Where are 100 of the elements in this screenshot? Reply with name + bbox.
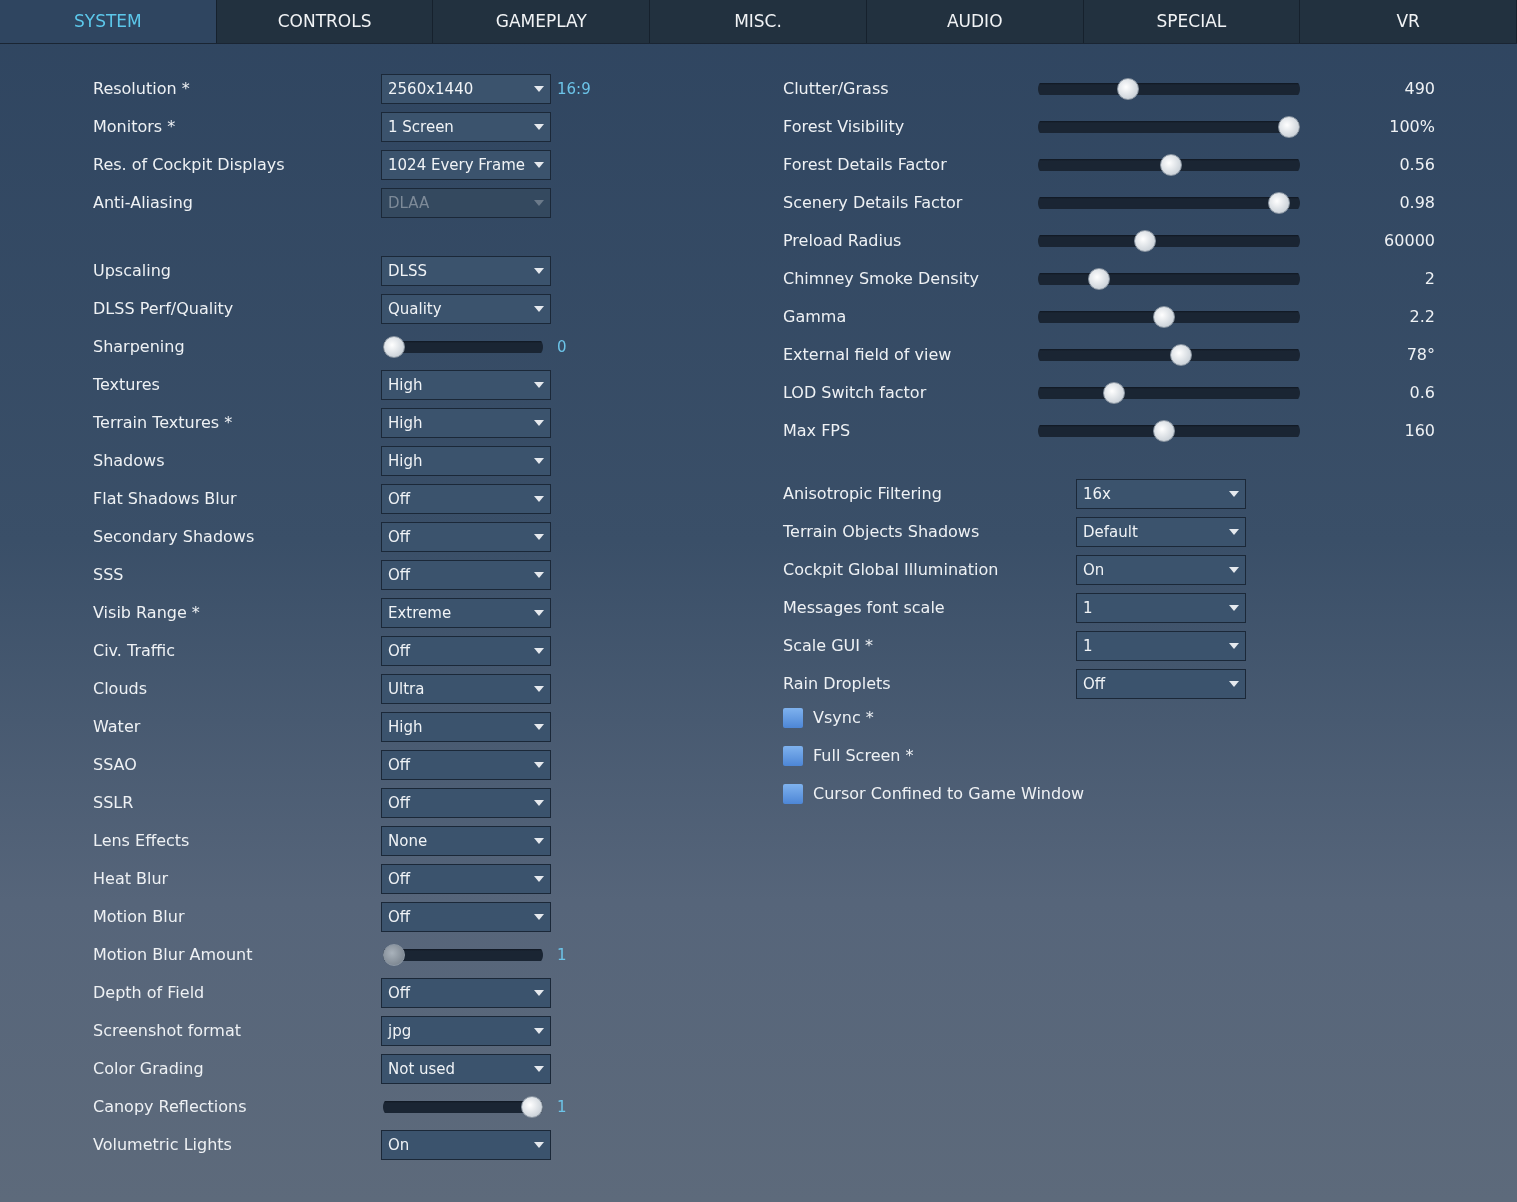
slider-value: 0.6 (1408, 382, 1435, 404)
checkbox[interactable] (783, 708, 803, 728)
caret-icon (534, 382, 544, 388)
dropdown[interactable]: Ultra (381, 674, 551, 704)
dropdown[interactable]: jpg (381, 1016, 551, 1046)
dropdown[interactable]: High (381, 370, 551, 400)
setting-label: Rain Droplets (783, 673, 892, 695)
dropdown[interactable]: High (381, 408, 551, 438)
caret-icon (534, 306, 544, 312)
setting-label: Resolution * (93, 78, 191, 100)
slider-value: 78° (1405, 344, 1435, 366)
caret-icon (534, 1028, 544, 1034)
dropdown[interactable]: Off (381, 788, 551, 818)
checkbox[interactable] (783, 746, 803, 766)
dropdown[interactable]: High (381, 446, 551, 476)
slider-value: 100% (1388, 116, 1435, 138)
dropdown[interactable]: Not used (381, 1054, 551, 1084)
setting-label: Gamma (783, 306, 848, 328)
slider-thumb[interactable] (1102, 382, 1125, 404)
slider-value: 60000 (1383, 230, 1435, 252)
dropdown[interactable]: 2560x1440 (381, 74, 551, 104)
dropdown[interactable]: High (381, 712, 551, 742)
setting-label: Scale GUI * (783, 635, 875, 657)
dropdown[interactable]: 1 (1076, 631, 1246, 661)
slider-thumb[interactable] (1160, 154, 1183, 176)
slider-thumb[interactable] (1153, 420, 1176, 442)
dropdown[interactable]: On (381, 1130, 551, 1160)
dropdown[interactable]: Off (381, 902, 551, 932)
checkbox[interactable] (783, 784, 803, 804)
caret-icon (534, 990, 544, 996)
caret-icon (1229, 643, 1239, 649)
setting-label: Volumetric Lights (93, 1134, 233, 1156)
dropdown[interactable]: 1 Screen (381, 112, 551, 142)
dropdown[interactable]: Quality (381, 294, 551, 324)
dropdown[interactable]: On (1076, 555, 1246, 585)
setting-label: Visib Range * (93, 602, 201, 624)
tab[interactable]: SPECIAL (1083, 0, 1301, 43)
tab[interactable]: GAMEPLAY (433, 0, 651, 43)
setting-label: DLSS Perf/Quality (93, 298, 235, 320)
setting-label: Heat Blur (93, 868, 170, 890)
slider-value: 0.98 (1398, 192, 1435, 214)
dropdown[interactable]: Off (381, 484, 551, 514)
setting-label: Monitors * (93, 116, 177, 138)
setting-label: Color Grading (93, 1058, 205, 1080)
setting-label: Canopy Reflections (93, 1096, 248, 1118)
dropdown[interactable]: Off (381, 750, 551, 780)
setting-label: Scenery Details Factor (783, 192, 964, 214)
caret-icon (534, 496, 544, 502)
setting-label: Res. of Cockpit Displays (93, 154, 286, 176)
caret-icon (534, 458, 544, 464)
setting-label: Lens Effects (93, 830, 191, 852)
slider-value: 0.56 (1398, 154, 1435, 176)
slider-thumb[interactable] (1170, 344, 1192, 366)
slider-thumb[interactable] (1278, 116, 1300, 138)
setting-label: Messages font scale (783, 597, 946, 619)
setting-label: LOD Switch factor (783, 382, 928, 404)
setting-label: Civ. Traffic (93, 640, 177, 662)
setting-label: Terrain Objects Shadows (783, 521, 981, 543)
tab[interactable]: VR (1300, 0, 1517, 43)
dropdown[interactable]: Off (381, 864, 551, 894)
dropdown[interactable]: DLSS (381, 256, 551, 286)
dropdown[interactable]: Off (381, 636, 551, 666)
setting-label: Anti-Aliasing (93, 192, 194, 214)
slider-thumb[interactable] (1088, 268, 1111, 290)
slider-thumb[interactable] (383, 336, 405, 358)
caret-icon (534, 200, 544, 206)
dropdown[interactable]: Off (1076, 669, 1246, 699)
checkbox-label: Full Screen * (813, 745, 914, 767)
slider-value: 490 (1403, 78, 1435, 100)
caret-icon (534, 268, 544, 274)
dropdown[interactable]: 1024 Every Frame (381, 150, 551, 180)
dropdown[interactable]: 16x (1076, 479, 1246, 509)
setting-label: Anisotropic Filtering (783, 483, 943, 505)
tab[interactable]: MISC. (650, 0, 867, 43)
tab[interactable]: CONTROLS (216, 0, 434, 43)
setting-label: Sharpening (93, 336, 186, 358)
setting-label: Flat Shadows Blur (93, 488, 238, 510)
caret-icon (534, 914, 544, 920)
setting-label: External field of view (783, 344, 953, 366)
setting-label: Textures (93, 374, 161, 396)
dropdown[interactable]: 1 (1076, 593, 1246, 623)
dropdown[interactable]: Off (381, 522, 551, 552)
caret-icon (534, 762, 544, 768)
caret-icon (534, 686, 544, 692)
caret-icon (1229, 529, 1239, 535)
caret-icon (534, 124, 544, 130)
dropdown[interactable]: Off (381, 978, 551, 1008)
slider-thumb[interactable] (1153, 306, 1176, 328)
dropdown[interactable]: Extreme (381, 598, 551, 628)
dropdown[interactable]: None (381, 826, 551, 856)
setting-label: Secondary Shadows (93, 526, 256, 548)
slider-thumb[interactable] (1117, 78, 1140, 100)
dropdown[interactable]: Default (1076, 517, 1246, 547)
slider-thumb[interactable] (1268, 192, 1291, 214)
slider-thumb[interactable] (521, 1096, 543, 1118)
setting-label: SSAO (93, 754, 138, 776)
caret-icon (534, 86, 544, 92)
slider-thumb[interactable] (1134, 230, 1156, 252)
dropdown[interactable]: Off (381, 560, 551, 590)
tab[interactable]: AUDIO (866, 0, 1084, 43)
